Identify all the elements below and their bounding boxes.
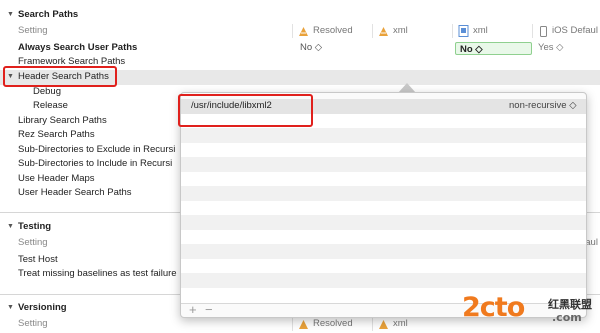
watermark-url: .com bbox=[552, 311, 582, 324]
watermark-brand: 2cto bbox=[462, 292, 525, 323]
column-setting: Setting bbox=[18, 237, 48, 248]
target-icon bbox=[298, 319, 309, 330]
path-row[interactable] bbox=[181, 215, 586, 230]
column-separator bbox=[532, 24, 533, 38]
column-separator bbox=[372, 317, 373, 331]
target-icon bbox=[378, 319, 389, 330]
setting-label: Always Search User Paths bbox=[18, 42, 138, 53]
setting-label: Treat missing baselines as test failure bbox=[18, 268, 177, 279]
add-path-button[interactable]: + bbox=[189, 302, 197, 317]
column-separator bbox=[292, 24, 293, 38]
watermark-logo: 2cto 红黑联盟 .com bbox=[462, 292, 600, 333]
project-value-select[interactable]: No ◇ bbox=[455, 42, 532, 55]
setting-label: User Header Search Paths bbox=[18, 187, 132, 198]
setting-label: Sub-Directories to Exclude in Recursi bbox=[18, 144, 176, 155]
column-ios-default: iOS Defaul bbox=[552, 25, 598, 36]
setting-label: Rez Search Paths bbox=[18, 129, 95, 140]
resolved-value[interactable]: No ◇ bbox=[300, 41, 322, 56]
default-value: Yes ◇ bbox=[538, 42, 564, 53]
column-separator bbox=[292, 317, 293, 331]
section-search-paths[interactable]: ▼ Search Paths bbox=[0, 8, 600, 23]
device-icon bbox=[538, 26, 549, 37]
section-title: Testing bbox=[18, 221, 52, 232]
target-icon bbox=[378, 26, 389, 37]
config-label: Debug bbox=[33, 86, 61, 97]
path-row[interactable] bbox=[181, 273, 586, 288]
path-row[interactable] bbox=[181, 128, 586, 143]
disclosure-triangle-icon[interactable]: ▼ bbox=[7, 220, 14, 235]
path-row[interactable] bbox=[181, 157, 586, 172]
disclosure-triangle-icon[interactable]: ▼ bbox=[7, 8, 14, 23]
path-row[interactable] bbox=[181, 143, 586, 158]
column-setting: Setting bbox=[18, 25, 48, 36]
recursion-select[interactable]: non-recursive ◇ bbox=[509, 100, 577, 111]
highlight-header-search-paths bbox=[3, 66, 117, 87]
column-setting: Setting bbox=[18, 318, 48, 329]
column-resolved: Resolved bbox=[313, 318, 353, 329]
project-file-icon bbox=[458, 25, 469, 37]
highlight-path-entry bbox=[178, 94, 313, 127]
remove-path-button[interactable]: − bbox=[205, 302, 213, 317]
setting-label: Use Header Maps bbox=[18, 173, 95, 184]
column-separator bbox=[372, 24, 373, 38]
column-header-row: Setting Resolved xml xml iOS Defaul bbox=[0, 24, 600, 39]
watermark-cn: 红黑联盟 bbox=[548, 298, 592, 311]
column-xml-target: xml bbox=[393, 318, 408, 329]
column-xml-project: xml bbox=[473, 25, 488, 36]
setting-label: Test Host bbox=[18, 254, 58, 265]
path-row[interactable] bbox=[181, 201, 586, 216]
path-row[interactable] bbox=[181, 259, 586, 274]
setting-label: Library Search Paths bbox=[18, 115, 107, 126]
setting-row-always-search[interactable]: Always Search User Paths No ◇ No ◇ Yes ◇ bbox=[0, 41, 600, 56]
column-resolved: Resolved bbox=[313, 25, 353, 36]
column-xml-target: xml bbox=[393, 25, 408, 36]
config-label: Release bbox=[33, 100, 68, 111]
path-row[interactable] bbox=[181, 230, 586, 245]
disclosure-triangle-icon[interactable]: ▼ bbox=[7, 301, 14, 316]
section-title: Search Paths bbox=[18, 9, 79, 20]
path-row[interactable] bbox=[181, 186, 586, 201]
section-title: Versioning bbox=[18, 302, 67, 313]
column-separator bbox=[452, 24, 453, 38]
setting-label: Sub-Directories to Include in Recursi bbox=[18, 158, 173, 169]
target-icon bbox=[298, 26, 309, 37]
path-row[interactable] bbox=[181, 172, 586, 187]
path-row[interactable] bbox=[181, 244, 586, 259]
